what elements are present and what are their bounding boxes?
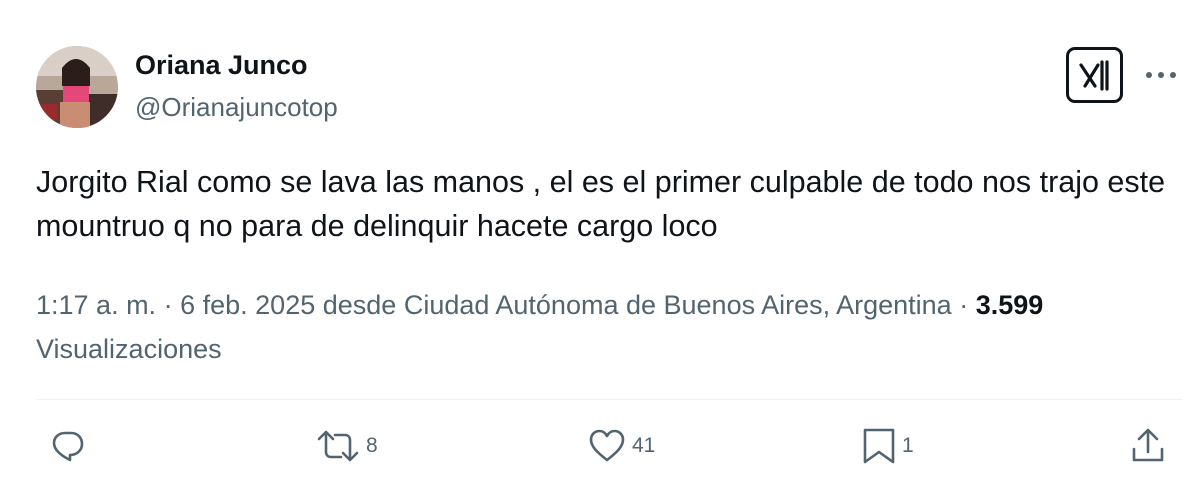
- share-icon: [1132, 428, 1164, 462]
- like-count: 41: [632, 434, 656, 457]
- tweet-text: Jorgito Rial como se lava las manos , el…: [36, 165, 1166, 243]
- grok-icon: [1079, 60, 1109, 91]
- tweet-meta: 1:17 a. m. · 6 feb. 2025 desde Ciudad Au…: [36, 283, 1176, 371]
- like-button[interactable]: 41: [588, 426, 655, 466]
- reply-icon: [52, 431, 84, 462]
- repost-count: 8: [366, 434, 378, 457]
- divider: [36, 399, 1182, 400]
- views-label: Visualizaciones: [36, 334, 222, 364]
- reply-button[interactable]: [50, 426, 92, 466]
- share-button[interactable]: [1130, 426, 1166, 466]
- heart-icon: [589, 429, 625, 462]
- tweet-location: desde Ciudad Autónoma de Buenos Aires, A…: [322, 290, 952, 320]
- tweet-time[interactable]: 1:17 a. m.: [36, 290, 156, 320]
- meta-separator: ·: [959, 290, 969, 320]
- user-handle[interactable]: @Orianajuncotop: [135, 92, 338, 123]
- bookmark-count: 1: [902, 434, 914, 457]
- grok-button[interactable]: [1066, 47, 1123, 103]
- bookmark-button[interactable]: 1: [862, 426, 914, 466]
- bookmark-icon: [863, 428, 895, 464]
- repost-button[interactable]: 8: [316, 426, 378, 466]
- views-count: 3.599: [975, 290, 1044, 320]
- avatar-photo: [36, 46, 118, 128]
- display-name[interactable]: Oriana Junco: [135, 50, 308, 81]
- repost-icon: [317, 430, 359, 462]
- meta-separator: ·: [163, 290, 173, 320]
- more-options-button[interactable]: [1141, 60, 1181, 90]
- avatar[interactable]: [36, 46, 118, 128]
- tweet-card: Oriana Junco @Orianajuncotop Jorgito Ria…: [0, 0, 1200, 489]
- tweet-date[interactable]: 6 feb. 2025: [180, 290, 315, 320]
- more-dots-icon: [1146, 72, 1176, 78]
